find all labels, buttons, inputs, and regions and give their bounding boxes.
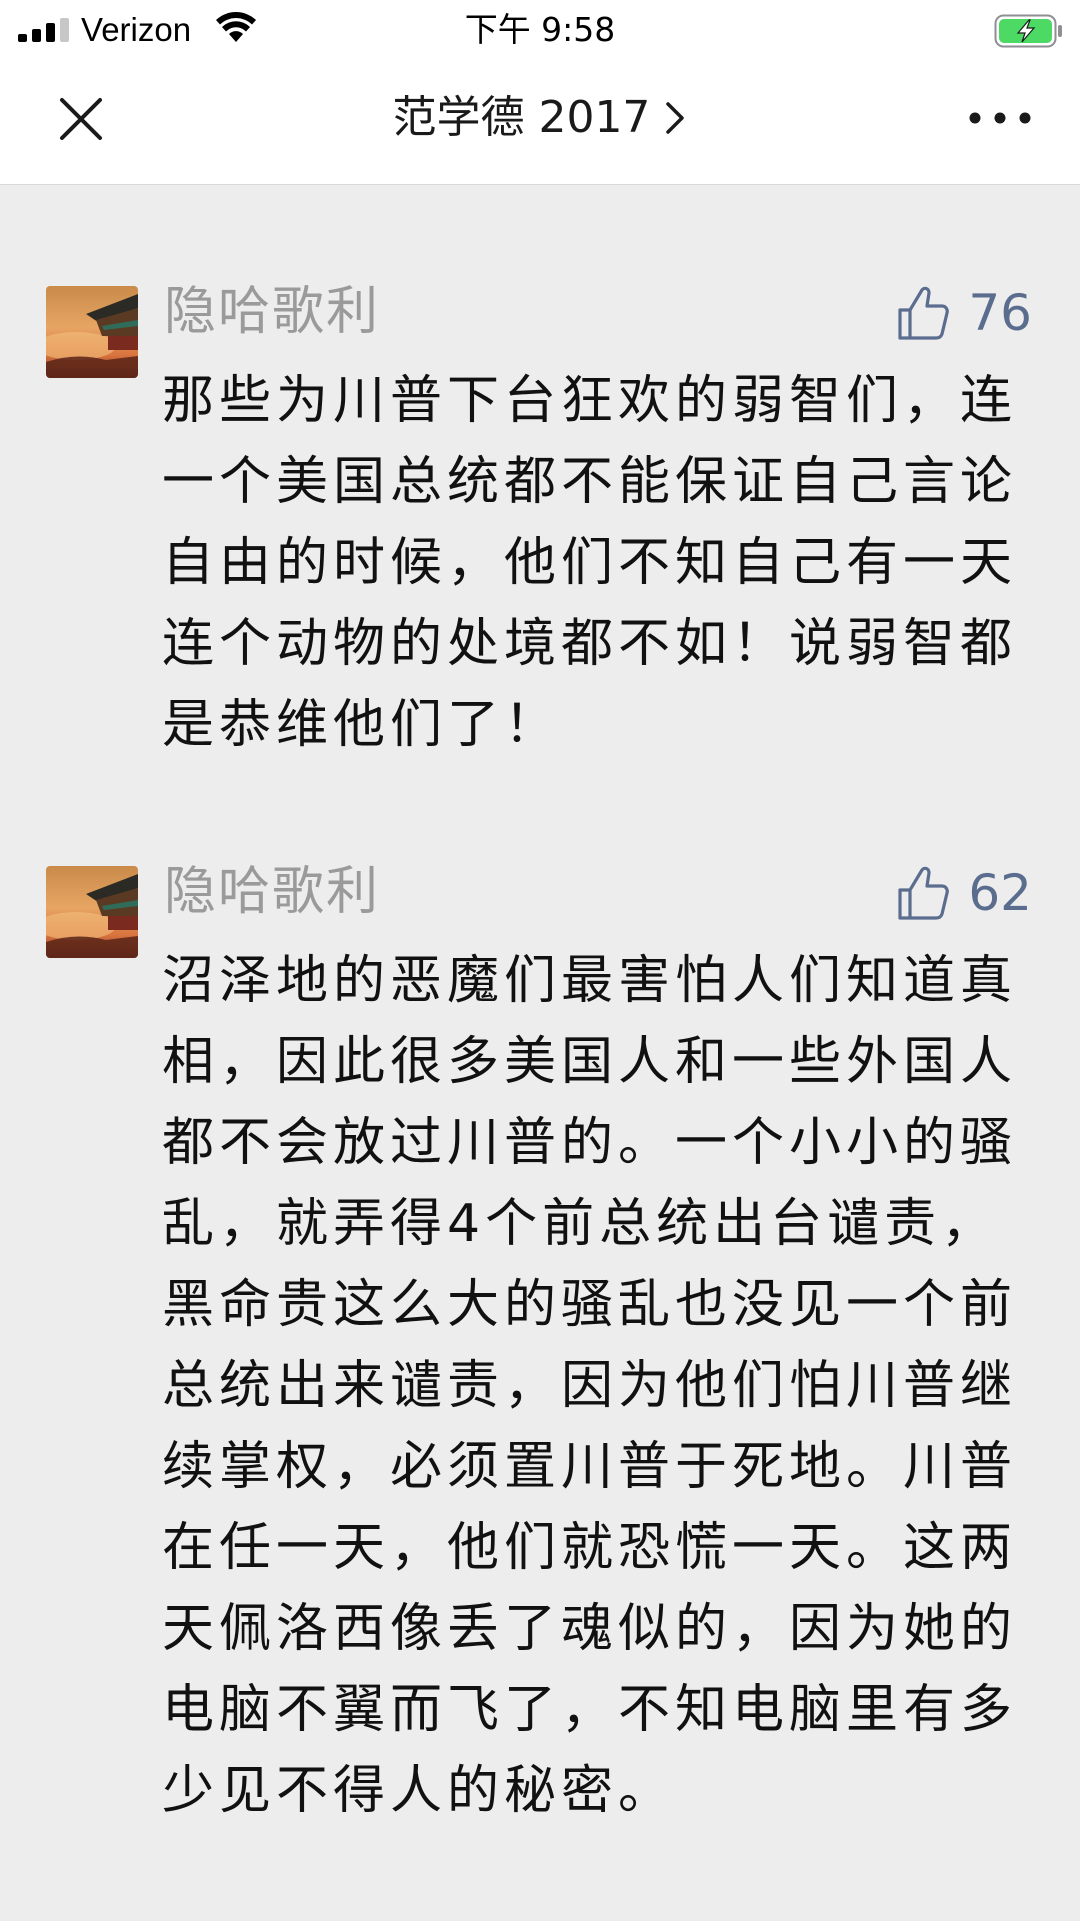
avatar-image (46, 866, 138, 958)
thumbs-up-icon (898, 866, 950, 920)
more-options-button[interactable] (960, 98, 1040, 138)
status-bar: Verizon 下午 9:58 (0, 0, 1080, 58)
nav-title-link[interactable]: 范学德 2017 (0, 88, 1080, 148)
nav-title: 范学德 2017 (392, 92, 651, 143)
like-button[interactable]: 76 (896, 281, 1032, 345)
avatar-image (46, 286, 138, 378)
avatar[interactable] (46, 866, 138, 958)
comment-author: 隐哈歌利 (164, 282, 381, 342)
comment-text: 沼泽地的恶魔们最害怕人们知道真相，因此很多美国人和一些外国人都不会放过川普的。一… (162, 951, 1018, 1821)
battery-charging-icon (994, 14, 1062, 48)
comment-text: 那些为川普下台狂欢的弱智们，连一个美国总统都不能保证自己言论自由的时候，他们不知… (162, 371, 1018, 755)
chevron-right-icon (665, 102, 684, 134)
like-count: 76 (968, 284, 1032, 342)
comment-author: 隐哈歌利 (164, 862, 381, 922)
thumbs-up-icon (898, 286, 950, 340)
like-button[interactable]: 62 (896, 861, 1032, 925)
navigation-bar: 范学德 2017 (0, 58, 1080, 185)
avatar[interactable] (46, 286, 138, 378)
clock: 下午 9:58 (464, 10, 616, 49)
like-count: 62 (968, 864, 1032, 922)
